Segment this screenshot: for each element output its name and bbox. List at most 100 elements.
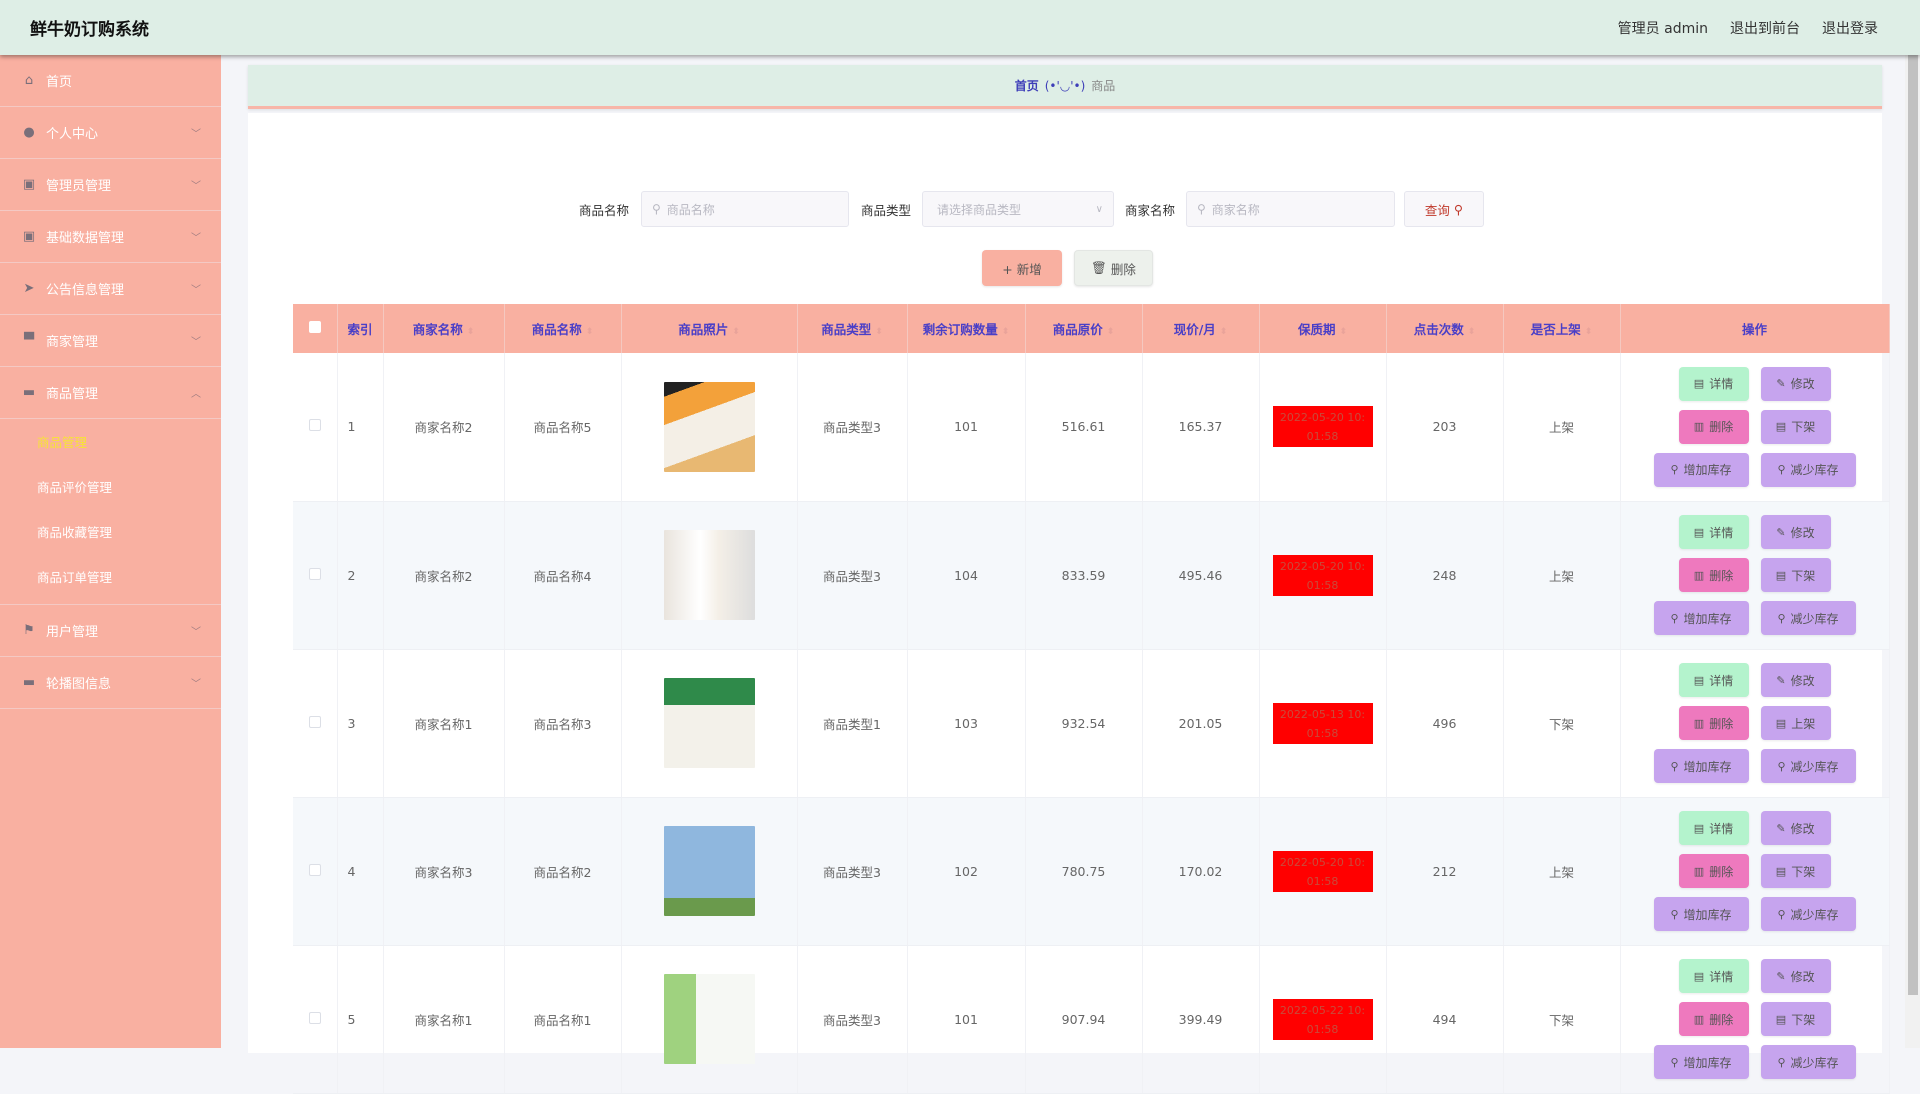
add-stock-button[interactable]: ⚲ 增加库存 <box>1653 601 1749 635</box>
toggle-listing-button[interactable]: ▤ 下架 <box>1760 558 1831 592</box>
add-button[interactable]: + 新增 <box>982 250 1062 286</box>
submenu-item[interactable]: 商品管理 <box>0 419 221 464</box>
column-header[interactable]: 商品照片 ⬍ <box>621 304 798 353</box>
detail-button[interactable]: ▤ 详情 <box>1678 811 1749 845</box>
reduce-stock-button[interactable]: ⚲ 减少库存 <box>1760 897 1856 931</box>
column-header[interactable]: 商品类型 ⬍ <box>797 304 908 353</box>
product-photo[interactable] <box>663 974 755 1064</box>
product-photo[interactable] <box>663 530 755 620</box>
main-content: 首页 (•'◡'•) 商品 商品名称 ⚲ 商品名称 商品类型 请选择商品类型 ∨ 商… <box>221 55 1905 1094</box>
submenu-item[interactable]: 商品收藏管理 <box>0 509 221 554</box>
sort-icon[interactable]: ⬍ <box>732 327 740 337</box>
sidebar-item[interactable]: ▀ 商家管理 ﹀ <box>0 315 221 367</box>
document-icon: ▤ <box>1693 821 1705 835</box>
row-checkbox[interactable] <box>293 649 338 798</box>
row-checkbox[interactable] <box>293 353 338 502</box>
sidebar-item[interactable]: ⌂ 首页 <box>0 55 221 107</box>
product-name-label: 商品名称 <box>579 203 630 218</box>
toggle-listing-button[interactable]: ▤ 下架 <box>1760 854 1831 888</box>
document-icon: ▤ <box>1775 1012 1787 1026</box>
reduce-stock-button[interactable]: ⚲ 减少库存 <box>1760 749 1856 783</box>
location-pin-icon: ⚲ <box>1777 907 1786 921</box>
trash-icon: ▥ <box>1693 864 1705 878</box>
detail-button[interactable]: ▤ 详情 <box>1678 663 1749 697</box>
sort-icon[interactable]: ⬍ <box>1339 327 1347 337</box>
column-header[interactable]: 商品名称 ⬍ <box>504 304 622 353</box>
toggle-listing-button[interactable]: ▤ 下架 <box>1760 409 1831 444</box>
edit-button[interactable]: ✎ 修改 <box>1760 663 1831 697</box>
query-button[interactable]: 查询 ⚲ <box>1404 191 1484 227</box>
edit-button[interactable]: ✎ 修改 <box>1760 515 1831 549</box>
sort-icon[interactable]: ⬍ <box>1220 327 1228 337</box>
sidebar-item[interactable]: ▬ 商品管理 ︿ <box>0 367 221 419</box>
cell-remaining: 102 <box>907 797 1026 946</box>
cell-ops: ▤ 详情 ✎ 修改 ▥ 删除 ▤ 下架 ⚲ 增加库存 ⚲ 减少库存 <box>1620 797 1890 946</box>
delete-button[interactable]: ▥ 删除 <box>1678 558 1749 592</box>
sort-icon[interactable]: ⬍ <box>1107 327 1115 337</box>
detail-button[interactable]: ▤ 详情 <box>1678 515 1749 549</box>
shop-name-input[interactable]: ⚲ 商家名称 <box>1186 191 1395 227</box>
document-icon: ▤ <box>1693 525 1705 539</box>
column-header[interactable]: 点击次数 ⬍ <box>1386 304 1504 353</box>
product-name-input[interactable]: ⚲ 商品名称 <box>641 191 849 227</box>
sort-icon[interactable]: ⬍ <box>467 327 475 337</box>
sidebar-item[interactable]: ➤ 公告信息管理 ﹀ <box>0 263 221 315</box>
column-header[interactable]: 现价/月 ⬍ <box>1142 304 1260 353</box>
logout-link[interactable]: 退出登录 <box>1822 18 1878 38</box>
sidebar-item[interactable]: ▬ 轮播图信息 ﹀ <box>0 657 221 709</box>
column-header[interactable]: 商品原价 ⬍ <box>1025 304 1143 353</box>
pencil-icon: ✎ <box>1776 821 1786 835</box>
sort-icon[interactable]: ⬍ <box>875 327 883 337</box>
product-photo[interactable] <box>663 678 755 768</box>
reduce-stock-button[interactable]: ⚲ 减少库存 <box>1760 452 1856 487</box>
sidebar-item[interactable]: ▣ 管理员管理 ﹀ <box>0 159 221 211</box>
edit-button[interactable]: ✎ 修改 <box>1760 811 1831 845</box>
delete-button[interactable]: ▥ 删除 <box>1678 854 1749 888</box>
delete-button[interactable]: ▥ 删除 <box>1678 1002 1749 1036</box>
reduce-stock-button[interactable]: ⚲ 减少库存 <box>1760 601 1856 635</box>
product-photo[interactable] <box>663 826 755 916</box>
sidebar-item[interactable]: ● 个人中心 ﹀ <box>0 107 221 159</box>
column-header[interactable]: 商家名称 ⬍ <box>383 304 505 353</box>
sidebar-item[interactable]: ⚑ 用户管理 ﹀ <box>0 605 221 657</box>
delete-button[interactable]: ▥ 删除 <box>1678 409 1749 444</box>
column-header[interactable]: 是否上架 ⬍ <box>1503 304 1621 353</box>
sort-icon[interactable]: ⬍ <box>1585 327 1593 337</box>
delete-button[interactable]: ▥ 删除 <box>1678 706 1749 740</box>
row-checkbox[interactable] <box>293 945 338 1094</box>
submenu-item[interactable]: 商品评价管理 <box>0 464 221 509</box>
edit-button[interactable]: ✎ 修改 <box>1760 959 1831 993</box>
toggle-listing-button[interactable]: ▤ 下架 <box>1760 1002 1831 1036</box>
submenu-item[interactable]: 商品订单管理 <box>0 554 221 599</box>
cell-index: 5 <box>337 945 384 1094</box>
add-stock-button[interactable]: ⚲ 增加库存 <box>1653 749 1749 783</box>
select-all-checkbox[interactable] <box>293 304 338 353</box>
content-panel: 商品名称 ⚲ 商品名称 商品类型 请选择商品类型 ∨ 商家名称 ⚲ 商家名称 查询 ⚲… <box>248 113 1890 1094</box>
product-table: 索引 商家名称 ⬍ 商品名称 ⬍ 商品照片 ⬍ 商品类型 ⬍ 剩余订购数量 ⬍ 商品原价 ⬍ 现价/月 ⬍ 保… <box>293 304 1890 1094</box>
column-header[interactable]: 保质期 ⬍ <box>1259 304 1387 353</box>
detail-button[interactable]: ▤ 详情 <box>1678 366 1749 401</box>
row-checkbox[interactable] <box>293 501 338 650</box>
edit-button[interactable]: ✎ 修改 <box>1760 366 1831 401</box>
sidebar-item[interactable]: ▣ 基础数据管理 ﹀ <box>0 211 221 263</box>
sort-icon[interactable]: ⬍ <box>1002 327 1010 337</box>
add-stock-button[interactable]: ⚲ 增加库存 <box>1653 452 1749 487</box>
sort-icon[interactable]: ⬍ <box>1468 327 1476 337</box>
column-header[interactable]: 剩余订购数量 ⬍ <box>907 304 1026 353</box>
product-type-select[interactable]: 请选择商品类型 ∨ <box>922 191 1114 227</box>
front-link[interactable]: 退出到前台 <box>1730 18 1800 38</box>
breadcrumb-home[interactable]: 首页 <box>1015 77 1039 94</box>
bulk-delete-button[interactable]: 🗑 删除 <box>1074 250 1153 286</box>
sort-icon[interactable]: ⬍ <box>586 327 594 337</box>
cell-expiry: 2022-05-20 10: 01:58 <box>1259 353 1387 502</box>
toggle-listing-button[interactable]: ▤ 上架 <box>1760 706 1831 740</box>
add-stock-button[interactable]: ⚲ 增加库存 <box>1653 1045 1749 1079</box>
detail-button[interactable]: ▤ 详情 <box>1678 959 1749 993</box>
scrollbar-thumb[interactable] <box>1908 55 1918 995</box>
product-photo[interactable] <box>663 381 755 472</box>
row-checkbox[interactable] <box>293 797 338 946</box>
scrollbar[interactable] <box>1905 55 1920 1048</box>
cell-listed: 上架 <box>1503 797 1621 946</box>
add-stock-button[interactable]: ⚲ 增加库存 <box>1653 897 1749 931</box>
reduce-stock-button[interactable]: ⚲ 减少库存 <box>1760 1045 1856 1079</box>
